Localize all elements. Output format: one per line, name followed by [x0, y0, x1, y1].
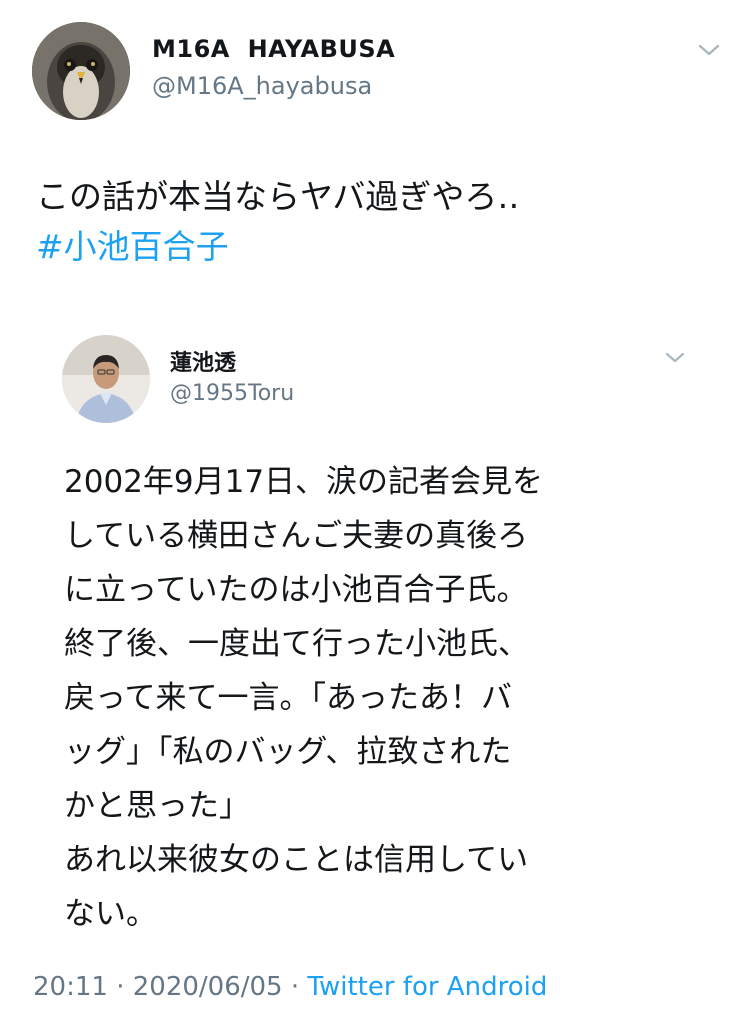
quoted-line: 終了後、一度出て行った小池氏、	[64, 626, 529, 662]
quoted-chevron-down-icon	[665, 352, 685, 363]
quoted-handle: @1955Toru	[170, 381, 295, 406]
tweet-body: この話が本当ならヤバ過ぎやろ‥	[36, 177, 520, 216]
quoted-author-avatar	[62, 335, 150, 423]
author-avatar[interactable]	[32, 22, 130, 120]
author-display-name[interactable]: M16A HAYABUSA	[152, 35, 395, 63]
hashtag-link[interactable]: #小池百合子	[36, 222, 519, 272]
quoted-line: に立っていたのは小池百合子氏。	[64, 572, 528, 608]
quoted-line: している横田さんご夫妻の真後ろ	[64, 518, 529, 554]
quoted-line: 2002年9月17日、涙の記者会見を	[64, 464, 544, 500]
quoted-display-name: 蓮池透	[170, 351, 237, 376]
chevron-down-icon[interactable]	[695, 40, 723, 60]
tweet-meta: 20:11 · 2020/06/05 · Twitter for Android	[33, 972, 547, 1002]
tweet-date[interactable]: 2020/06/05	[133, 972, 283, 1002]
quoted-line: ない。	[64, 896, 157, 932]
meta-separator: ·	[116, 972, 125, 1002]
man-portrait-avatar-icon	[62, 335, 150, 423]
quoted-line: 戻って来て一言。「あったあ！バ	[64, 680, 512, 716]
quoted-line: かと思った」	[64, 788, 250, 824]
falcon-avatar-icon	[32, 22, 130, 120]
tweet-source-link[interactable]: Twitter for Android	[307, 972, 547, 1002]
quoted-tweet-body: 2002年9月17日、涙の記者会見を している横田さんご夫妻の真後ろ に立ってい…	[64, 455, 704, 941]
author-handle[interactable]: @M16A_hayabusa	[152, 72, 372, 100]
quoted-line: あれ以来彼女のことは信用してい	[64, 842, 529, 878]
tweet-text: この話が本当ならヤバ過ぎやろ‥ #小池百合子	[36, 172, 519, 272]
tweet-time[interactable]: 20:11	[33, 972, 108, 1002]
meta-separator: ·	[290, 972, 300, 1002]
quoted-line: ッグ」「私のバッグ、拉致された	[64, 734, 512, 770]
